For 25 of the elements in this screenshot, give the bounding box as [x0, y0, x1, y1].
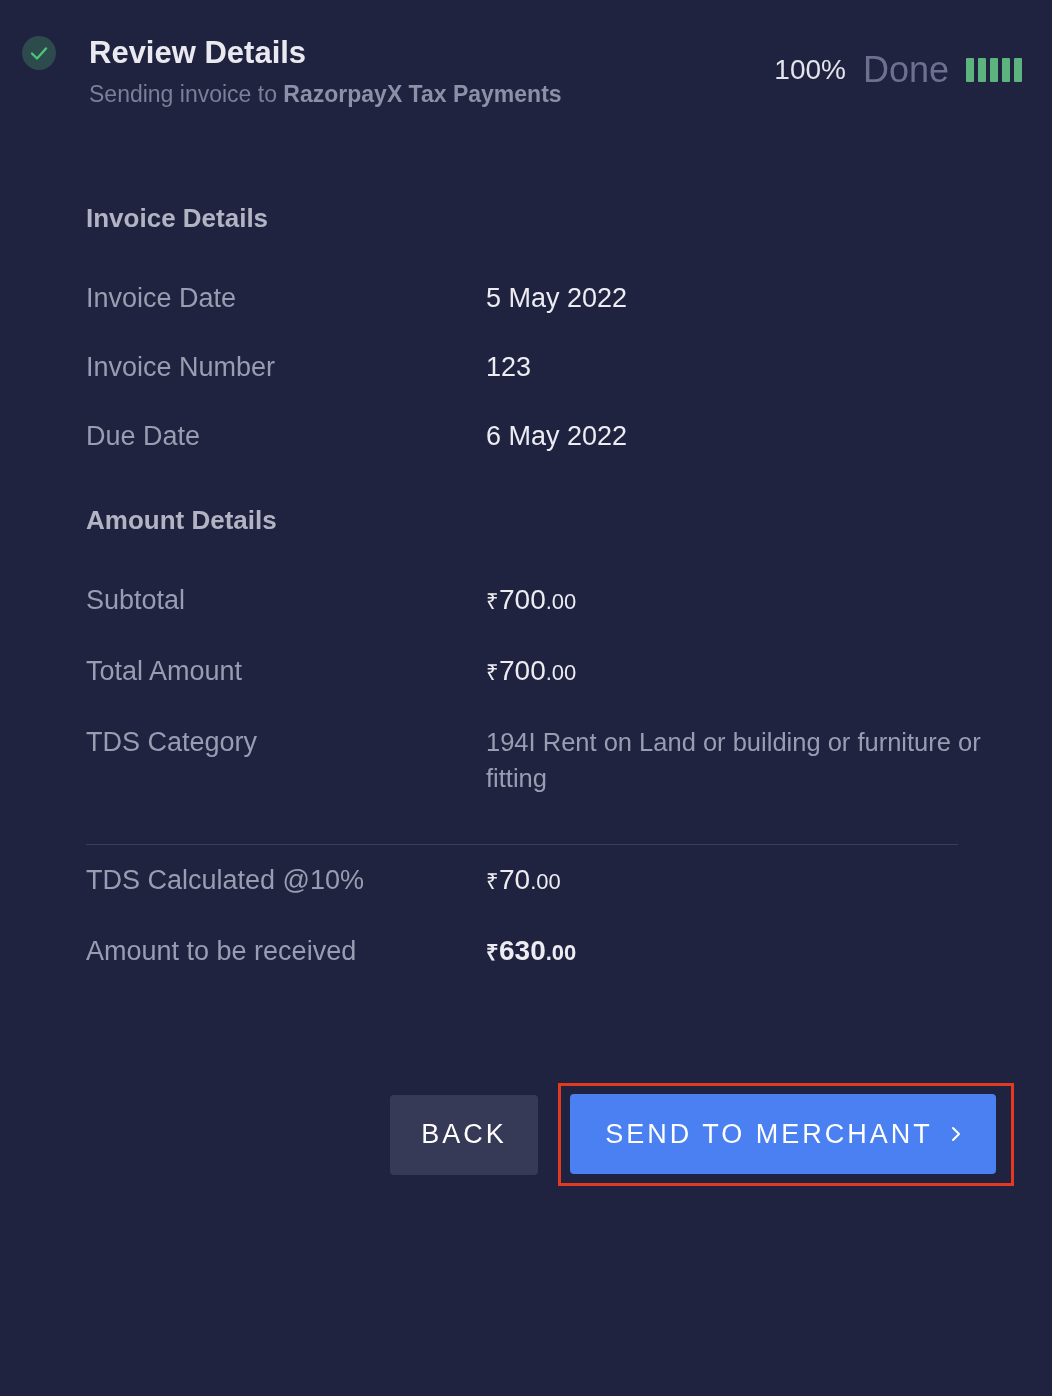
field-label: Invoice Date [86, 282, 237, 315]
field-value: 123 [486, 351, 532, 384]
send-button[interactable]: SEND TO MERCHANT [570, 1094, 996, 1174]
field-label: Due Date [86, 420, 201, 453]
field-label: TDS Calculated @10% [86, 864, 365, 897]
amount-value: ₹700.00 [486, 583, 577, 617]
back-button[interactable]: BACK [390, 1094, 538, 1175]
field-label: TDS Category [86, 726, 258, 759]
field-label: Invoice Number [86, 351, 276, 384]
category-value: 194I Rent on Land or building or furniture or fitting [486, 727, 982, 794]
section-heading: Amount Details [86, 504, 277, 537]
amount-value: ₹700.00 [486, 654, 577, 688]
field-value: 6 May 2022 [486, 420, 628, 453]
progress-status: Done [862, 52, 949, 88]
field-label: Amount to be received [86, 935, 357, 968]
field-label: Subtotal [86, 584, 186, 617]
amount-value: ₹70.00 [486, 863, 561, 897]
page-title: Review Details [89, 34, 307, 72]
page-subtitle: Sending invoice to RazorpayX Tax Payments [89, 80, 562, 108]
progress-percent: 100% [774, 53, 846, 87]
field-label: Total Amount [86, 655, 243, 688]
field-value: 5 May 2022 [486, 282, 628, 315]
chevron-icon [950, 1126, 961, 1142]
total-amount: ₹630.00 [486, 934, 577, 968]
section-heading: Invoice Details [86, 202, 269, 235]
